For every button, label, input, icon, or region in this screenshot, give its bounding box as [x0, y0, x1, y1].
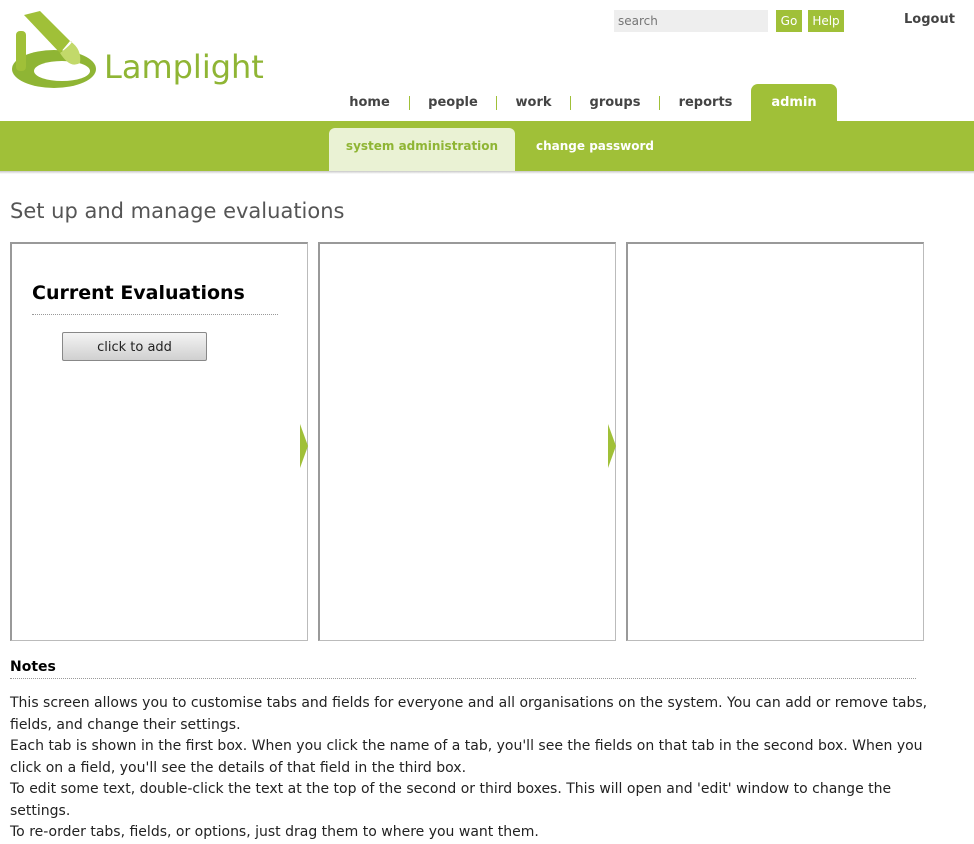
details-panel [626, 242, 924, 641]
tab-change-password[interactable]: change password [520, 128, 670, 171]
lamp-logo-icon[interactable] [10, 11, 100, 91]
arrow-right-icon [608, 424, 616, 468]
fields-panel [318, 242, 616, 641]
notes-paragraph: This screen allows you to customise tabs… [10, 695, 928, 733]
heading-divider [32, 314, 278, 315]
tabs-panel: Current Evaluations click to add [10, 242, 308, 641]
notes-paragraph: Each tab is shown in the first box. When… [10, 738, 923, 776]
arrow-right-icon [300, 424, 308, 468]
nav-item-work[interactable]: work [497, 84, 570, 121]
nav-item-people[interactable]: people [410, 84, 496, 121]
nav-item-admin[interactable]: admin [751, 84, 837, 121]
header: Lamplight Go Help Logout home people wor… [0, 0, 974, 121]
search-input[interactable] [614, 10, 768, 32]
page-title: Set up and manage evaluations [10, 199, 345, 223]
add-evaluation-button[interactable]: click to add [62, 332, 207, 361]
logout-link[interactable]: Logout [904, 12, 955, 27]
nav-item-groups[interactable]: groups [571, 84, 659, 121]
notes-divider [10, 678, 916, 679]
notes-paragraph: To re-order tabs, fields, or options, ju… [10, 824, 539, 840]
sub-nav-bar: system administration change password [0, 121, 974, 171]
nav-item-reports[interactable]: reports [660, 84, 751, 121]
notes-body: This screen allows you to customise tabs… [10, 693, 950, 844]
panel-heading: Current Evaluations [32, 282, 245, 304]
nav-item-home[interactable]: home [330, 84, 409, 121]
help-button[interactable]: Help [808, 10, 844, 32]
brand-name: Lamplight [104, 48, 264, 86]
notes-paragraph: To edit some text, double-click the text… [10, 781, 892, 819]
sub-nav-shadow [0, 171, 974, 174]
go-button[interactable]: Go [776, 10, 802, 32]
notes-title: Notes [10, 659, 56, 675]
tab-system-administration[interactable]: system administration [329, 128, 515, 171]
